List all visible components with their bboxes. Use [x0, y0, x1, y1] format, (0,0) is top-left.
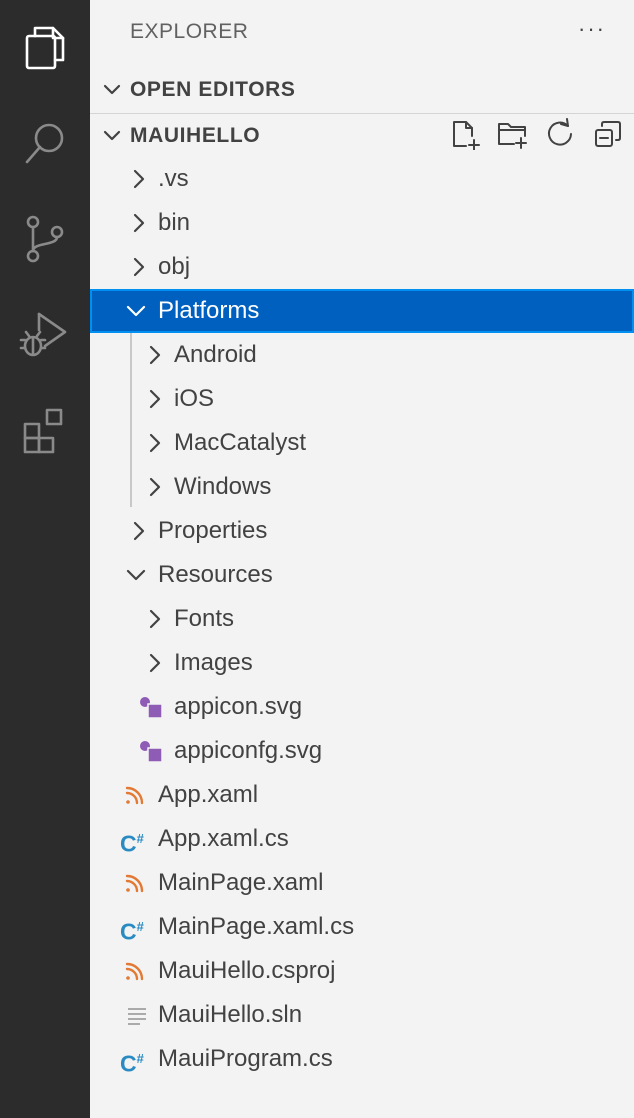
tree-item-label: MainPage.xaml: [158, 869, 324, 896]
chevron-right-icon: [142, 607, 166, 631]
refresh-icon[interactable]: [544, 118, 576, 150]
tree-item-resources[interactable]: Resources: [90, 553, 634, 597]
tree-item-windows[interactable]: Windows: [90, 465, 634, 509]
chevron-right-icon: [142, 431, 166, 455]
csharp-glyph: C: [120, 918, 137, 945]
chevron-right-icon: [142, 387, 166, 411]
tree-item-app-xaml-cs[interactable]: C# App.xaml.cs: [90, 817, 634, 861]
tree-item-vs[interactable]: .vs: [90, 157, 634, 201]
tree-item-label: .vs: [158, 165, 189, 192]
extensions-icon[interactable]: [0, 382, 90, 478]
chevron-right-icon: [142, 651, 166, 675]
svg-file-icon: [138, 694, 164, 720]
tree-item-fonts[interactable]: Fonts: [90, 597, 634, 641]
tree-item-properties[interactable]: Properties: [90, 509, 634, 553]
tree-item-label: appiconfg.svg: [174, 737, 323, 764]
chevron-right-icon: [142, 343, 166, 367]
xml-file-icon: [122, 958, 148, 984]
tree-item-label: MauiHello.csproj: [158, 957, 336, 984]
workspace-label: MAUIHELLO: [130, 124, 261, 147]
tree-item-label: MauiProgram.cs: [158, 1045, 333, 1072]
tree-item-appiconfg-svg[interactable]: appiconfg.svg: [90, 729, 634, 773]
chevron-right-icon: [126, 255, 150, 279]
explorer-sidebar: EXPLORER ··· OPEN EDITORS MAUIHELLO .vs …: [90, 0, 634, 1118]
activity-bar: [0, 0, 90, 1118]
csharp-glyph: C: [120, 1050, 137, 1077]
explorer-title: EXPLORER: [130, 20, 249, 43]
new-folder-icon[interactable]: [496, 118, 528, 150]
csharp-sup: #: [136, 831, 144, 846]
chevron-right-icon: [126, 211, 150, 235]
tree-item-label: Windows: [174, 473, 272, 500]
tree-item-label: MacCatalyst: [174, 429, 307, 456]
tree-item-bin[interactable]: bin: [90, 201, 634, 245]
chevron-down-icon: [124, 563, 148, 587]
tree-item-mainpage-xaml-cs[interactable]: C# MainPage.xaml.cs: [90, 905, 634, 949]
chevron-down-icon: [100, 78, 124, 102]
tree-item-images[interactable]: Images: [90, 641, 634, 685]
search-icon[interactable]: [0, 96, 90, 192]
tree-item-label: MainPage.xaml.cs: [158, 913, 355, 940]
source-control-icon[interactable]: [0, 190, 90, 286]
tree-item-appicon-svg[interactable]: appicon.svg: [90, 685, 634, 729]
tree-item-label: Android: [174, 341, 257, 368]
explorer-actions: [448, 118, 624, 151]
run-and-debug-icon[interactable]: [0, 286, 90, 382]
tree-item-platforms[interactable]: Platforms: [90, 289, 634, 333]
chevron-right-icon: [126, 167, 150, 191]
tree-item-label: iOS: [174, 385, 215, 412]
tree-item-app-xaml[interactable]: App.xaml: [90, 773, 634, 817]
tree-item-label: App.xaml.cs: [158, 825, 289, 852]
tree-item-label: Images: [174, 649, 253, 676]
tree-item-label: Platforms: [158, 297, 260, 324]
tree-item-label: Fonts: [174, 605, 235, 632]
file-tree: .vs bin obj Platforms Android iOS MacCat…: [90, 157, 634, 1081]
tree-item-label: Resources: [158, 561, 273, 588]
xml-file-icon: [122, 870, 148, 896]
tree-item-android[interactable]: Android: [90, 333, 634, 377]
tree-item-label: App.xaml: [158, 781, 259, 808]
text-file-icon: [124, 1002, 150, 1028]
csharp-file-icon: C#: [120, 1046, 146, 1077]
explorer-files-icon[interactable]: [0, 0, 90, 96]
csharp-sup: #: [136, 1051, 144, 1066]
tree-item-maccatalyst[interactable]: MacCatalyst: [90, 421, 634, 465]
xml-file-icon: [122, 782, 148, 808]
tree-item-label: appicon.svg: [174, 693, 303, 720]
csharp-glyph: C: [120, 830, 137, 857]
collapse-all-icon[interactable]: [592, 118, 624, 150]
tree-item-ios[interactable]: iOS: [90, 377, 634, 421]
tree-item-label: bin: [158, 209, 191, 236]
csharp-file-icon: C#: [120, 914, 146, 945]
open-editors-header[interactable]: OPEN EDITORS: [90, 68, 634, 112]
tree-item-mauihello-csproj[interactable]: MauiHello.csproj: [90, 949, 634, 993]
more-actions-icon[interactable]: ···: [578, 16, 606, 42]
tree-item-mauihello-sln[interactable]: MauiHello.sln: [90, 993, 634, 1037]
open-editors-label: OPEN EDITORS: [130, 78, 296, 101]
chevron-right-icon: [126, 519, 150, 543]
tree-item-label: Properties: [158, 517, 268, 544]
tree-item-label: MauiHello.sln: [158, 1001, 303, 1028]
csharp-sup: #: [136, 919, 144, 934]
tree-item-obj[interactable]: obj: [90, 245, 634, 289]
tree-item-mauiprogram-cs[interactable]: C# MauiProgram.cs: [90, 1037, 634, 1081]
csharp-file-icon: C#: [120, 826, 146, 857]
svg-file-icon: [138, 738, 164, 764]
tree-item-label: obj: [158, 253, 191, 280]
tree-item-mainpage-xaml[interactable]: MainPage.xaml: [90, 861, 634, 905]
chevron-down-icon: [124, 299, 148, 323]
new-file-icon[interactable]: [448, 118, 480, 151]
chevron-down-icon: [100, 124, 124, 148]
chevron-right-icon: [142, 475, 166, 499]
